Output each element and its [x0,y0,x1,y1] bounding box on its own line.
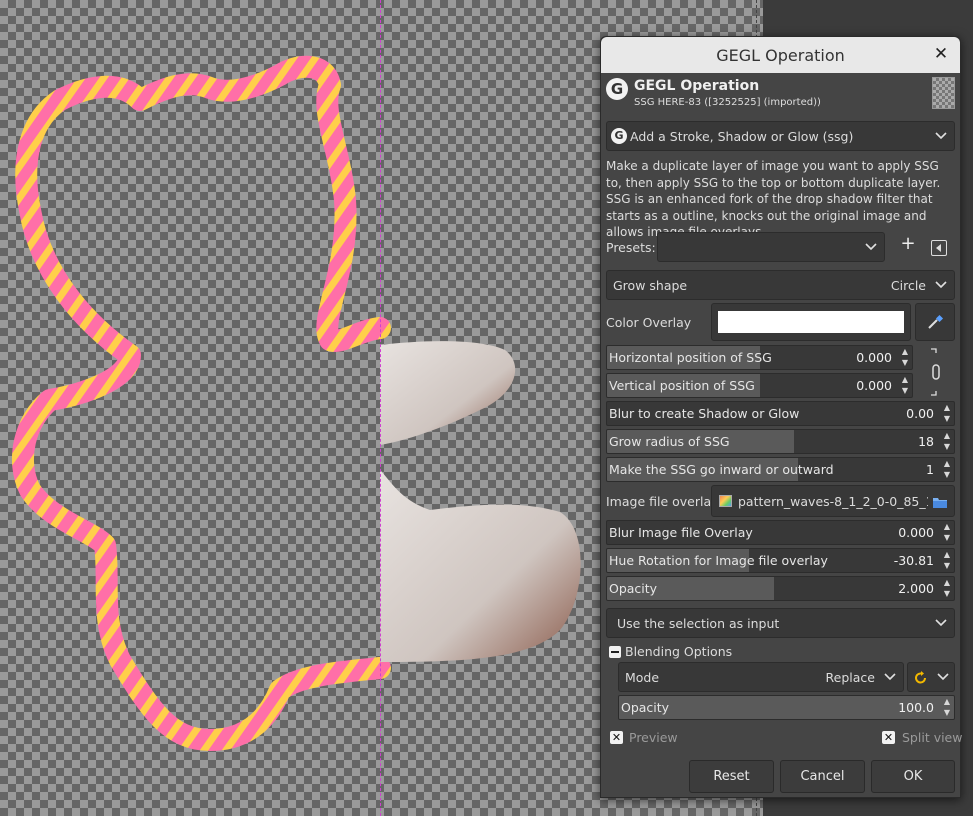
blending-options-title[interactable]: Blending Options [625,644,732,659]
presets-label: Presets: [606,240,656,255]
spin-buttons[interactable]: ▲ ▼ [940,458,954,481]
slider-label: Vertical position of SSG [609,378,755,393]
chevron-down-icon [883,670,897,684]
grow-shape-label: Grow shape [613,278,688,293]
blur-image-overlay-slider[interactable]: Blur Image file Overlay 0.000 ▲ ▼ [606,520,955,545]
image-file-icon [719,495,732,507]
spin-buttons[interactable]: ▲ ▼ [940,521,954,544]
header-subtitle: SSG HERE-83 ([3252525] (imported)) [634,97,821,108]
color-picker-button[interactable] [915,303,955,341]
blend-mode-select[interactable]: Mode Replace [618,662,904,692]
preset-menu-icon[interactable] [931,240,947,256]
blend-mode-value: Replace [825,670,875,685]
inward-outward-slider[interactable]: Make the SSG go inward or outward 1 ▲ ▼ [606,457,955,482]
preview-checkbox[interactable]: ✕ [610,731,623,744]
spin-buttons[interactable]: ▲ ▼ [898,346,912,369]
vertical-position-slider[interactable]: Vertical position of SSG 0.000 ▲ ▼ [606,373,913,398]
slider-value: 0.000 [856,350,892,365]
reset-button[interactable]: Reset [689,760,774,793]
folder-open-icon [933,498,947,508]
spin-buttons[interactable]: ▲ ▼ [940,430,954,453]
input-source-value: Use the selection as input [617,616,780,631]
slider-label: Horizontal position of SSG [609,350,772,365]
image-overlay-label: Image file overlay [606,494,719,509]
image-overlay-file-chooser[interactable]: pattern_waves-8_1_2_0-0_85_1_... [711,485,955,517]
hue-rotation-slider[interactable]: Hue Rotation for Image file overlay -30.… [606,548,955,573]
slider-label: Blur to create Shadow or Glow [609,406,800,421]
slider-value: 1 [926,462,934,477]
chevron-down-icon [864,240,878,254]
input-source-select[interactable]: Use the selection as input [606,608,955,638]
chevron-down-icon [934,616,948,630]
slider-value: 0.000 [856,378,892,393]
slider-value: 0.000 [898,525,934,540]
slider-label: Hue Rotation for Image file overlay [609,553,828,568]
operation-description: Make a duplicate layer of image you want… [606,159,941,239]
chevron-down-icon [934,278,948,292]
horizontal-position-slider[interactable]: Horizontal position of SSG 0.000 ▲ ▼ [606,345,913,370]
spin-buttons[interactable]: ▲ ▼ [898,374,912,397]
close-icon[interactable]: ✕ [932,45,950,63]
vertical-guide [380,0,381,816]
image-overlay-filename: pattern_waves-8_1_2_0-0_85_1_... [738,494,928,509]
gegl-small-icon: G [611,128,627,144]
spin-buttons[interactable]: ▲ ▼ [940,402,954,425]
blend-mode-label: Mode [625,670,660,685]
split-view-checkbox[interactable]: ✕ [882,731,895,744]
photo-finger-bottom [380,470,581,662]
blur-shadow-slider[interactable]: Blur to create Shadow or Glow 0.00 ▲ ▼ [606,401,955,426]
slider-label: Opacity [609,581,658,596]
blend-opacity-slider[interactable]: Opacity 100.0 ▲ ▼ [618,695,955,720]
gegl-operation-dialog: GEGL Operation ✕ G GEGL Operation SSG HE… [600,36,963,798]
chevron-down-icon [936,670,950,684]
operation-select[interactable]: G Add a Stroke, Shadow or Glow (ssg) [606,121,955,151]
split-view-label: Split view [902,730,963,745]
chevron-down-icon [934,129,948,143]
header-title: GEGL Operation [634,78,760,94]
slider-label: Blur Image file Overlay [609,525,753,540]
photo-finger-top [380,341,516,445]
eyedropper-icon [928,314,944,329]
grow-shape-value: Circle [890,278,926,293]
grow-radius-slider[interactable]: Grow radius of SSG 18 ▲ ▼ [606,429,955,454]
cancel-button[interactable]: Cancel [780,760,865,793]
color-overlay-label: Color Overlay [606,315,692,330]
spin-buttons[interactable]: ▲ ▼ [940,696,954,719]
ok-button[interactable]: OK [871,760,955,793]
layer-thumbnail [932,77,955,109]
grow-shape-select[interactable]: Grow shape Circle [606,270,955,300]
slider-value: 100.0 [898,700,934,715]
slider-label: Make the SSG go inward or outward [609,462,834,477]
chain-link-icon[interactable] [929,347,943,397]
slider-label: Grow radius of SSG [609,434,730,449]
gegl-logo-icon: G [606,78,628,100]
add-preset-icon[interactable]: + [900,235,916,253]
color-overlay-button[interactable] [711,303,911,341]
dialog-titlebar[interactable]: GEGL Operation ✕ [601,37,960,73]
color-swatch [718,311,904,333]
slider-label: Opacity [621,700,670,715]
preview-label: Preview [629,730,678,745]
presets-select[interactable] [657,232,885,262]
spin-buttons[interactable]: ▲ ▼ [940,577,954,600]
slider-value: 0.00 [906,406,934,421]
operation-header: G GEGL Operation SSG HERE-83 ([3252525] … [601,75,960,115]
dialog-title: GEGL Operation [716,46,845,65]
blend-reset-button[interactable] [907,662,955,692]
operation-select-value: Add a Stroke, Shadow or Glow (ssg) [630,129,854,144]
ssg-stroke-outline [12,55,391,751]
spin-buttons[interactable]: ▲ ▼ [940,549,954,572]
slider-value: 2.000 [898,581,934,596]
slider-value: 18 [918,434,934,449]
collapse-icon[interactable] [609,646,621,658]
opacity-slider[interactable]: Opacity 2.000 ▲ ▼ [606,576,955,601]
reset-arrow-icon [915,671,926,684]
slider-value: -30.81 [893,553,934,568]
